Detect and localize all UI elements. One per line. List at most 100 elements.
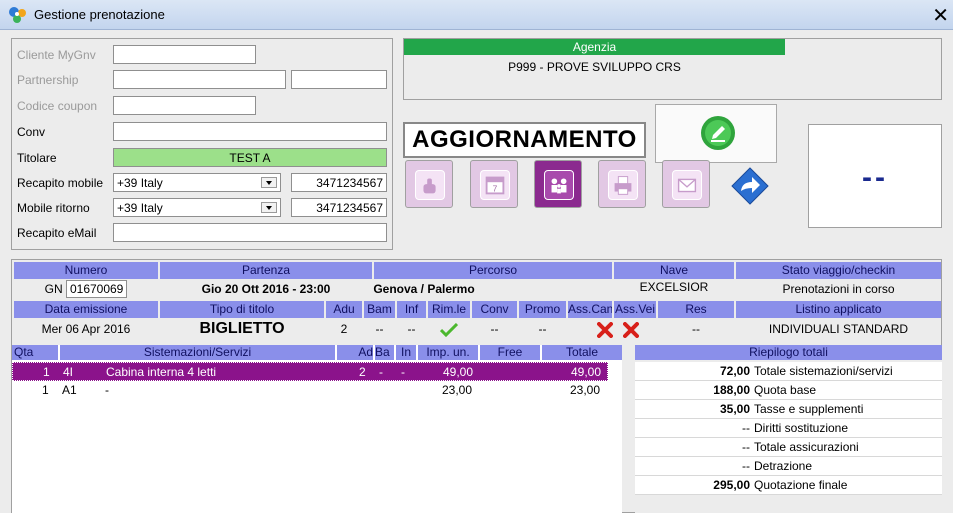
close-icon[interactable]: ✕ [932, 3, 949, 27]
conv-input[interactable] [113, 122, 387, 141]
row-desc: Cabina interna 4 letti [106, 365, 217, 379]
agenzia-value: P999 - PROVE SVILUPPO CRS [508, 60, 681, 74]
header-inf: Inf [397, 301, 426, 318]
titolare-label: Titolare [17, 151, 57, 165]
totals-row: 35,00 Tasse e supplementi [635, 400, 942, 419]
checkmark-icon [440, 323, 458, 337]
dash-text: -- [862, 161, 888, 194]
coupon-input[interactable] [113, 96, 256, 115]
recapito-mobile-label: Recapito mobile [17, 176, 104, 190]
header-percorso: Percorso [374, 262, 612, 279]
partnership-extra-input[interactable] [291, 70, 387, 89]
th-imp-un: Imp. un. [418, 345, 478, 360]
totals-value: 188,00 [713, 383, 750, 397]
promo-value: -- [538, 322, 547, 336]
totals-label: Tasse e supplementi [754, 402, 864, 416]
res-value: -- [692, 322, 700, 336]
recapito-email-label: Recapito eMail [17, 226, 97, 240]
forward-arrow-icon[interactable] [728, 166, 772, 206]
mobile-ritorno-number[interactable]: 3471234567 [291, 198, 387, 217]
totals-value: 35,00 [719, 402, 750, 416]
passengers-button[interactable] [534, 160, 582, 208]
th-sistemazioni: Sistemazioni/Servizi [60, 345, 335, 360]
app-icon [9, 7, 26, 23]
email-input[interactable] [113, 223, 387, 242]
header-bam: Bam [364, 301, 395, 318]
recapito-mobile-number[interactable]: 3471234567 [291, 173, 387, 192]
conv-value: -- [490, 322, 499, 336]
inf-value: -- [407, 322, 416, 336]
row-code: A1 [62, 383, 77, 397]
totals-row: 188,00 Quota base [635, 381, 942, 400]
booking-window: Cliente MyGnv Partnership Codice coupon … [0, 30, 953, 513]
mobile-ritorno-label: Mobile ritorno [17, 201, 90, 215]
header-numero: Numero [14, 262, 158, 279]
header-ass-can: Ass.Can [568, 301, 612, 318]
booking-grid: Numero Partenza Percorso Nave Stato viag… [11, 259, 942, 513]
adu-value: 2 [340, 322, 348, 336]
ass-can-cross-icon [597, 322, 613, 338]
row-in: - [401, 365, 405, 379]
summary-placeholder-panel: -- [808, 124, 942, 228]
partenza-value: Gio 20 Ott 2016 - 23:00 [201, 282, 331, 296]
row-imp: 49,00 [443, 365, 474, 379]
row-desc: - [105, 383, 109, 397]
totals-value: 295,00 [713, 478, 750, 492]
chevron-down-icon[interactable] [261, 177, 277, 188]
titolare-field[interactable]: TEST A [113, 148, 387, 167]
edit-button[interactable] [655, 104, 777, 163]
svg-text:7: 7 [493, 184, 498, 194]
partnership-input[interactable] [113, 70, 286, 89]
totals-label: Detrazione [754, 459, 813, 473]
totals-header: Riepilogo totali [635, 345, 942, 360]
header-rimle: Rim.le [428, 301, 470, 318]
row-ad: 2 [359, 365, 366, 379]
passengers-icon [544, 170, 574, 200]
totals-label: Quota base [754, 383, 817, 397]
row-totale: 23,00 [570, 383, 601, 397]
bam-value: -- [375, 322, 384, 336]
header-ass-vei: Ass.Vei [614, 301, 656, 318]
th-free: Free [480, 345, 540, 360]
totals-value: 72,00 [719, 364, 750, 378]
email-icon [672, 170, 702, 200]
totals-label: Quotazione finale [754, 478, 848, 492]
totals-row: 295,00 Quotazione finale [635, 476, 942, 495]
table-row[interactable]: 1 4I Cabina interna 4 letti 2 - - 49,00 … [12, 362, 608, 381]
numero-cell: GN 01670069 [14, 280, 158, 299]
cliente-input[interactable] [113, 45, 256, 64]
header-promo: Promo [519, 301, 566, 318]
ass-vei-cross-icon [623, 322, 639, 338]
partnership-label: Partnership [17, 73, 79, 87]
header-partenza: Partenza [160, 262, 372, 279]
totals-label: Totale assicurazioni [754, 440, 859, 454]
window-title: Gestione prenotazione [34, 7, 165, 22]
title-bar: Gestione prenotazione ✕ [0, 0, 953, 30]
email-button[interactable] [662, 160, 710, 208]
status-banner: AGGIORNAMENTO [403, 122, 646, 158]
customer-form: Cliente MyGnv Partnership Codice coupon … [11, 38, 393, 250]
booking-number[interactable]: 01670069 [65, 280, 128, 298]
table-row[interactable]: 1 A1 - 23,00 23,00 [12, 381, 608, 400]
row-qta: 1 [43, 365, 50, 379]
chevron-down-icon[interactable] [261, 202, 277, 213]
mobile-ritorno-prefix-value: +39 Italy [117, 201, 163, 215]
gn-label: GN [44, 282, 63, 296]
totals-label: Totale sistemazioni/servizi [754, 364, 893, 378]
totals-value: -- [742, 440, 750, 454]
th-qta: Qta [12, 345, 58, 360]
touch-button[interactable] [405, 160, 453, 208]
data-emissione-value: Mer 06 Apr 2016 [41, 322, 131, 336]
header-res: Res [658, 301, 734, 318]
print-icon [608, 170, 638, 200]
recapito-mobile-prefix-select[interactable]: +39 Italy [113, 173, 281, 192]
totals-value: -- [742, 421, 750, 435]
calendar-button[interactable]: 7 [470, 160, 518, 208]
header-stato: Stato viaggio/checkin [736, 262, 941, 279]
row-ba: - [379, 365, 383, 379]
mobile-ritorno-prefix-select[interactable]: +39 Italy [113, 198, 281, 217]
print-button[interactable] [598, 160, 646, 208]
th-ad: Ad [337, 345, 373, 360]
totals-row: -- Diritti sostituzione [635, 419, 942, 438]
row-imp: 23,00 [442, 383, 473, 397]
